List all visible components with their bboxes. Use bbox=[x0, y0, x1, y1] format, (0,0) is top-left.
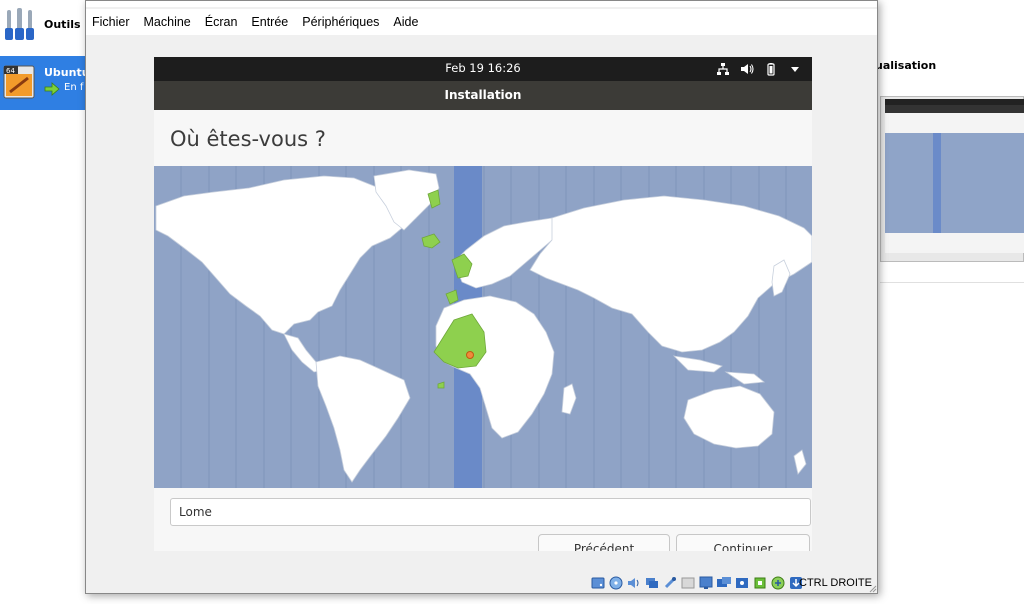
menu-entree[interactable]: Entrée bbox=[251, 15, 288, 29]
page-title: Où êtes-vous ? bbox=[170, 127, 326, 151]
cpu-icon[interactable] bbox=[752, 575, 768, 591]
menu-aide[interactable]: Aide bbox=[393, 15, 418, 29]
display-icon[interactable] bbox=[698, 575, 714, 591]
menu-bar: Fichier Machine Écran Entrée Périphériqu… bbox=[86, 9, 877, 35]
hard-disk-icon[interactable] bbox=[590, 575, 606, 591]
menu-fichier[interactable]: Fichier bbox=[92, 15, 130, 29]
recording-icon[interactable] bbox=[734, 575, 750, 591]
menu-peripheriques[interactable]: Périphériques bbox=[302, 15, 379, 29]
tools-label: Outils bbox=[44, 18, 81, 31]
title-bar[interactable] bbox=[86, 1, 877, 7]
gnome-top-bar: Feb 19 16:26 bbox=[154, 57, 812, 81]
location-marker[interactable] bbox=[466, 351, 474, 359]
resize-grip-icon[interactable] bbox=[867, 583, 877, 593]
preview-header bbox=[885, 105, 1024, 113]
volume-icon bbox=[741, 64, 754, 74]
preview-map bbox=[885, 133, 1024, 233]
optical-drive-icon[interactable] bbox=[608, 575, 624, 591]
battery-icon bbox=[767, 63, 775, 76]
vm-name: Ubuntu bbox=[44, 66, 90, 79]
guest-screen[interactable]: Feb 19 16:26 Installation Où êtes-vous ?… bbox=[154, 57, 812, 551]
vm-status-bar: CTRL DROITE bbox=[86, 573, 877, 593]
world-map[interactable] bbox=[154, 166, 812, 488]
dropdown-arrow-icon bbox=[791, 67, 799, 72]
preview-timezone-stripe bbox=[933, 133, 941, 233]
divider bbox=[880, 282, 1024, 283]
ubuntu-vm-icon: 64 bbox=[3, 65, 35, 99]
preview-screen bbox=[885, 99, 1024, 253]
vm-list-item-ubuntu[interactable]: 64 Ubuntu En f bbox=[0, 56, 90, 110]
manager-tools-section[interactable]: Outils bbox=[0, 0, 86, 52]
timezone-map[interactable] bbox=[154, 166, 812, 488]
system-tray[interactable] bbox=[716, 61, 802, 77]
vm-window[interactable]: Fichier Machine Écran Entrée Périphériqu… bbox=[85, 0, 878, 594]
screen-capture-icon[interactable] bbox=[716, 575, 732, 591]
previous-button[interactable]: Précédent bbox=[538, 534, 670, 551]
mouse-integration-icon[interactable] bbox=[770, 575, 786, 591]
running-arrow-icon bbox=[44, 82, 60, 96]
location-input[interactable] bbox=[170, 498, 811, 526]
installer-header: Installation bbox=[154, 81, 812, 110]
vm-preview-thumbnail bbox=[880, 96, 1024, 262]
host-key-label: CTRL DROITE bbox=[799, 577, 872, 589]
status-icons bbox=[590, 575, 804, 591]
usb-icon[interactable] bbox=[662, 575, 678, 591]
tools-icon bbox=[5, 8, 34, 40]
menu-machine[interactable]: Machine bbox=[144, 15, 191, 29]
vm-arch-badge: 64 bbox=[6, 67, 15, 75]
clock[interactable]: Feb 19 16:26 bbox=[154, 61, 812, 75]
audio-icon[interactable] bbox=[626, 575, 642, 591]
menu-ecran[interactable]: Écran bbox=[205, 15, 238, 29]
preview-title: ualisation bbox=[875, 59, 937, 72]
vm-state: En f bbox=[64, 82, 84, 93]
network-icon[interactable] bbox=[644, 575, 660, 591]
installer-title: Installation bbox=[444, 88, 522, 102]
network-icon bbox=[717, 63, 729, 75]
continue-button[interactable]: Continuer bbox=[676, 534, 810, 551]
shared-folders-icon[interactable] bbox=[680, 575, 696, 591]
